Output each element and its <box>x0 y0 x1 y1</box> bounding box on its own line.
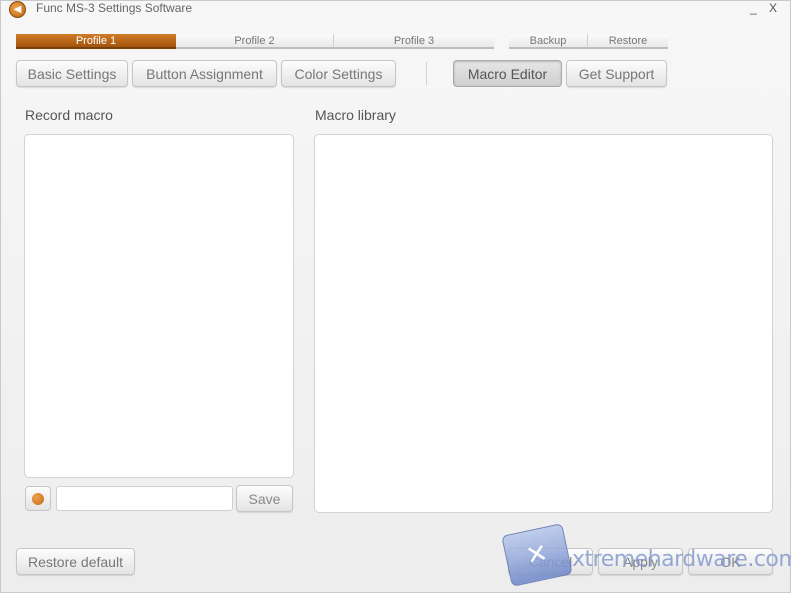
window-title: Func MS-3 Settings Software <box>36 1 193 15</box>
macro-name-input[interactable] <box>56 486 233 511</box>
ok-button[interactable]: OK <box>688 548 773 575</box>
restore-button[interactable]: Restore <box>588 34 668 49</box>
app-logo-icon: ◀ <box>9 1 26 18</box>
save-button[interactable]: Save <box>236 485 293 512</box>
close-button[interactable]: X <box>769 1 777 15</box>
get-support-button[interactable]: Get Support <box>566 60 667 87</box>
tab-profile-1[interactable]: Profile 1 <box>16 34 176 49</box>
button-assignment-button[interactable]: Button Assignment <box>132 60 277 87</box>
settings-window: ◀ Func MS-3 Settings Software _ X Profil… <box>0 0 791 593</box>
title-bar: ◀ Func MS-3 Settings Software _ X <box>1 1 790 19</box>
macro-editor-button[interactable]: Macro Editor <box>453 60 562 87</box>
macro-library-heading: Macro library <box>315 107 396 123</box>
apply-button[interactable]: Apply <box>598 548 683 575</box>
record-dot-icon <box>32 492 44 505</box>
tab-profile-2[interactable]: Profile 2 <box>176 34 334 49</box>
record-button[interactable] <box>25 486 51 511</box>
tab-profile-3[interactable]: Profile 3 <box>334 34 494 49</box>
basic-settings-button[interactable]: Basic Settings <box>16 60 128 87</box>
nav-divider <box>426 62 427 85</box>
color-settings-button[interactable]: Color Settings <box>281 60 396 87</box>
restore-default-button[interactable]: Restore default <box>16 548 135 575</box>
record-macro-heading: Record macro <box>25 107 113 123</box>
record-macro-area[interactable] <box>24 134 294 478</box>
cancel-button[interactable]: Cancel <box>508 548 593 575</box>
macro-library-list[interactable] <box>314 134 773 513</box>
minimize-button[interactable]: _ <box>750 1 757 15</box>
backup-button[interactable]: Backup <box>509 34 588 49</box>
